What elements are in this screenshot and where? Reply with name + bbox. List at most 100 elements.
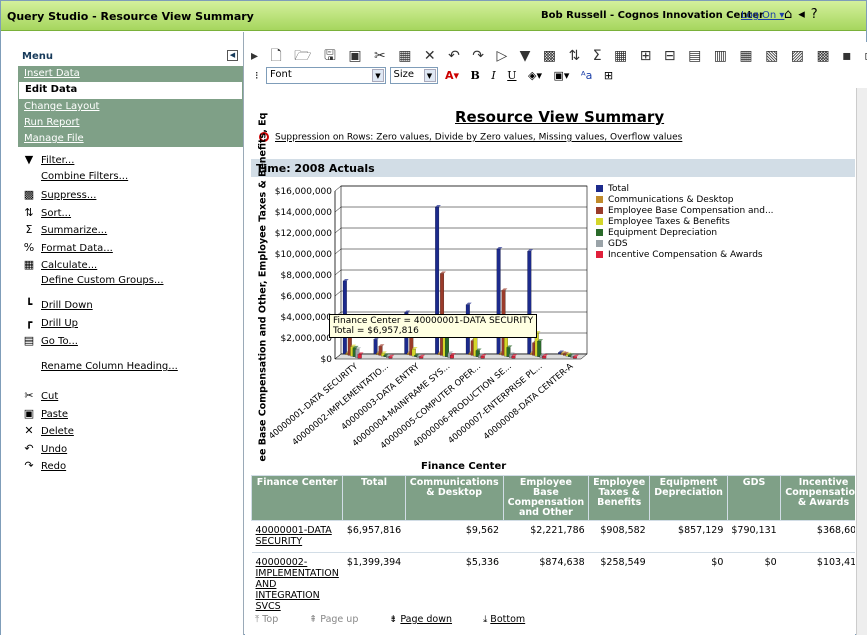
toolbar-grip-icon: ⁝ — [255, 69, 259, 82]
legend-entry[interactable]: GDS — [596, 238, 774, 249]
menu-item-combine-filters[interactable]: Combine Filters... — [21, 171, 128, 182]
legend-entry[interactable]: Equipment Depreciation — [596, 227, 774, 238]
bar-6-0[interactable] — [527, 250, 532, 355]
chevron-down-icon: ▼ — [372, 69, 384, 82]
table-cell: $6,957,816 — [342, 520, 406, 553]
legend-entry[interactable]: Employee Base Compensation and... — [596, 205, 774, 216]
legend-swatch — [596, 207, 603, 214]
fill-color-icon[interactable]: ◈▾ — [528, 69, 542, 82]
size-select-value: Size — [393, 69, 415, 80]
legend-label: Employee Base Compensation and... — [608, 205, 774, 216]
underline-icon[interactable]: U — [507, 69, 516, 82]
suppression-label: Suppression on Rows: Zero values, Divide… — [275, 132, 683, 143]
bar-0-6[interactable] — [357, 354, 362, 359]
pager-bottom-label[interactable]: Bottom — [490, 614, 525, 625]
menu-item-drill-down[interactable]: ┗ Drill Down — [21, 298, 93, 311]
menu-item-summarize[interactable]: Σ Summarize... — [21, 223, 108, 236]
collapse-menu-button[interactable]: ◀ — [227, 50, 238, 61]
finance-center-link[interactable]: 40000002-IMPLEMENTATION AND INTEGRATION … — [251, 552, 343, 617]
nav-edit-data[interactable]: Edit Data — [18, 81, 243, 100]
menu-item-cut[interactable]: ✂ Cut — [21, 389, 58, 402]
suppression-note[interactable]: Suppression on Rows: Zero values, Divide… — [259, 132, 682, 143]
logon-link[interactable]: Log On ▾ — [741, 10, 784, 21]
finance-center-link[interactable]: 40000001-DATA SECURITY — [251, 520, 343, 553]
nav-change-layout[interactable]: Change Layout — [18, 99, 243, 115]
menu-item-calculate[interactable]: ▦ Calculate... — [21, 258, 97, 271]
menu-item-sort[interactable]: ⇅ Sort... — [21, 206, 71, 219]
legend-label: Employee Taxes & Benefits — [608, 216, 730, 227]
table-row: 40000002-IMPLEMENTATION AND INTEGRATION … — [251, 552, 855, 617]
column-header[interactable]: GDS — [726, 475, 782, 521]
legend-entry[interactable]: Employee Taxes & Benefits — [596, 216, 774, 227]
menu-item-drill-up[interactable]: ┏ Drill Up — [21, 316, 78, 329]
drill-up-icon: ┏ — [25, 316, 33, 329]
menu-item-undo[interactable]: ↶ Undo — [21, 442, 67, 455]
column-header[interactable]: Incentive Compensation & Awards — [780, 475, 855, 521]
legend-entry[interactable]: Incentive Compensation & Awards — [596, 249, 774, 260]
drill-down-icon: ┗ — [25, 298, 33, 311]
pager-page-down-label[interactable]: Page down — [400, 614, 452, 625]
format-text-icon[interactable]: ᴬa — [581, 69, 592, 82]
menu-item-rename-column-heading[interactable]: Rename Column Heading... — [21, 361, 178, 372]
help-icon[interactable]: ? — [811, 7, 824, 22]
bar-7-6[interactable] — [573, 356, 577, 359]
report-title[interactable]: Resource View Summary — [455, 108, 664, 126]
nav-manage-file[interactable]: Manage File — [18, 131, 243, 147]
nav-run-report[interactable]: Run Report — [18, 115, 243, 131]
column-header[interactable]: Communications & Desktop — [404, 475, 504, 521]
menu-item-filter[interactable]: ▼ Filter... — [21, 153, 75, 166]
bar-5-6[interactable] — [511, 356, 516, 359]
table-grid-icon[interactable]: ⊞ — [604, 69, 613, 82]
column-header[interactable]: Equipment Depreciation — [649, 475, 728, 521]
menu-item-label: Drill Up — [41, 318, 78, 329]
legend-entry[interactable]: Communications & Desktop — [596, 194, 774, 205]
filter-icon: ▼ — [24, 153, 34, 166]
menu-item-go-to[interactable]: ▤ Go To... — [21, 334, 78, 347]
nav-insert-data[interactable]: Insert Data — [18, 66, 243, 82]
y-tick-label: $16,000,000 — [275, 187, 333, 197]
column-header[interactable]: Finance Center — [250, 475, 344, 521]
menu-item-delete[interactable]: ✕ Delete — [21, 424, 73, 437]
legend-swatch — [596, 185, 603, 192]
home-icon[interactable]: ⌂ — [784, 7, 798, 22]
pager-page-up-label: Page up — [320, 614, 359, 625]
menu-item-format-data[interactable]: % Format Data... — [21, 241, 113, 254]
bar-6-6[interactable] — [542, 356, 547, 359]
bar-1-6[interactable] — [388, 356, 393, 359]
bar-6-4[interactable] — [537, 341, 542, 357]
toolbar-icons[interactable]: ▸ 🗋 🗁 🖫 ▣ ✂ ▦ ✕ ↶ ↷ ▷ ▼ ▩ ⇅ Σ ▦ ⊞ ⊟ ▤ ▥ … — [251, 48, 867, 64]
size-select[interactable]: Size ▼ — [389, 67, 438, 84]
bar-2-6[interactable] — [419, 356, 424, 359]
pager-page-down[interactable]: ⇟ Page down — [389, 614, 466, 625]
y-tick-label: $12,000,000 — [275, 229, 333, 239]
menu-item-label: Redo — [41, 461, 67, 472]
bar-3-6[interactable] — [450, 355, 454, 359]
column-header[interactable]: Employee Taxes & Benefits — [588, 475, 651, 521]
table-cell: $0 — [649, 552, 728, 617]
menu-item-paste[interactable]: ▣ Paste — [21, 407, 68, 420]
border-icon[interactable]: ▣▾ — [553, 69, 569, 82]
bar-4-6[interactable] — [480, 356, 485, 359]
bar-5-0[interactable] — [496, 248, 501, 355]
menu-item-suppress[interactable]: ▩ Suppress... — [21, 188, 97, 201]
italic-icon[interactable]: I — [491, 69, 495, 82]
vertical-scrollbar[interactable] — [856, 88, 867, 635]
y-tick-label: $2,000,000 — [280, 334, 332, 344]
menu-item-label: Cut — [41, 391, 59, 402]
pager-bottom[interactable]: ⤓ Bottom — [483, 614, 539, 625]
table-cell: $857,129 — [649, 520, 728, 553]
bar-1-0[interactable] — [373, 339, 378, 355]
calculate-icon: ▦ — [23, 258, 35, 271]
gridline — [334, 227, 342, 234]
back-icon[interactable]: ◂ — [798, 7, 811, 22]
font-color-icon[interactable]: A▾ — [445, 69, 459, 82]
menu-item-label: Combine Filters... — [41, 171, 129, 182]
legend-entry[interactable]: Total — [596, 183, 774, 194]
column-header[interactable]: Total — [342, 475, 406, 521]
menu-item-define-custom-groups[interactable]: Define Custom Groups... — [21, 275, 164, 286]
menu-item-redo[interactable]: ↷ Redo — [21, 459, 66, 472]
column-header[interactable]: Employee Base Compensation and Other — [502, 475, 590, 521]
y-tick-label: $8,000,000 — [280, 271, 332, 281]
bold-icon[interactable]: B — [471, 69, 480, 82]
font-select[interactable]: Font ▼ — [266, 67, 386, 84]
